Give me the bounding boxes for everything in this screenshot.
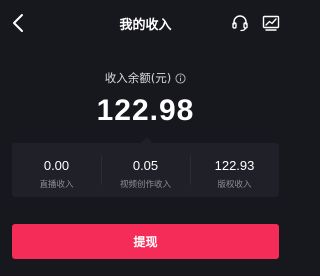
copyright-income-label: 版权收入 <box>217 180 252 190</box>
balance-label: 收入余额(元) <box>104 71 172 85</box>
balance-amount: 122.98 <box>96 94 195 127</box>
live-income-label: 直播收入 <box>39 180 74 190</box>
withdraw-button[interactable]: 提现 <box>12 224 279 259</box>
trend-chart-icon[interactable] <box>262 14 280 32</box>
headset-icon[interactable] <box>231 14 249 32</box>
live-income-stat[interactable]: 0.00 直播收入 <box>12 143 101 197</box>
copyright-income-value: 122.93 <box>214 158 255 173</box>
info-icon[interactable] <box>175 72 186 84</box>
balance-label-row: 收入余额(元) <box>0 70 291 86</box>
video-creation-income-label: 视频创作收入 <box>119 180 171 190</box>
income-breakdown-panel: 0.00 直播收入 0.05 视频创作收入 122.93 版权收入 <box>12 143 279 197</box>
live-income-value: 0.00 <box>43 158 70 173</box>
copyright-income-stat[interactable]: 122.93 版权收入 <box>190 143 279 197</box>
video-creation-income-stat[interactable]: 0.05 视频创作收入 <box>101 143 190 197</box>
top-navigation-bar: 我的收入 <box>0 0 291 46</box>
video-creation-income-value: 0.05 <box>132 158 159 173</box>
